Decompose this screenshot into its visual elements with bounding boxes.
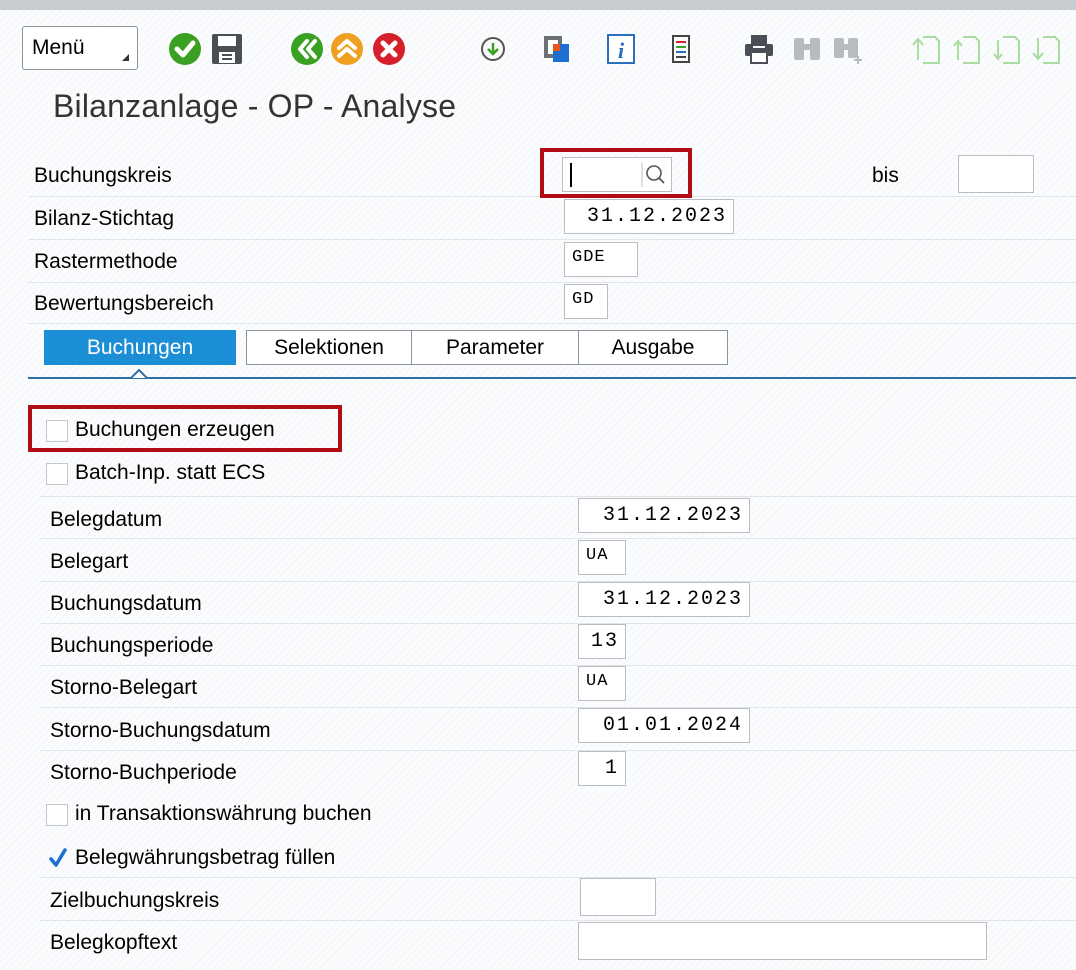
- belegdatum-value: 31.12.2023: [602, 504, 743, 527]
- tab-buchungen[interactable]: Buchungen: [44, 330, 236, 365]
- find-icon[interactable]: [790, 32, 824, 66]
- storno-buchungsdatum-input[interactable]: 01.01.2024: [578, 708, 750, 743]
- bewertungsbereich-input[interactable]: GD: [564, 284, 608, 319]
- transaktionswaehrung-label: in Transaktionswährung buchen: [75, 802, 372, 825]
- back-icon[interactable]: [290, 32, 324, 66]
- storno-buchperiode-value: 1: [604, 757, 619, 780]
- stichtag-label: Bilanz-Stichtag: [34, 207, 175, 230]
- row-divider: [40, 581, 1076, 582]
- info-icon[interactable]: i: [604, 32, 638, 66]
- tab-selektionen-label: Selektionen: [274, 336, 384, 359]
- svg-text:i: i: [618, 38, 625, 63]
- buchungsperiode-label: Buchungsperiode: [50, 634, 214, 657]
- belegdatum-input[interactable]: 31.12.2023: [578, 498, 750, 533]
- zielbuchungskreis-label: Zielbuchungskreis: [50, 889, 220, 912]
- row-divider: [28, 323, 1076, 324]
- buchungskreis-bis-input[interactable]: [958, 155, 1034, 193]
- storno-belegart-input[interactable]: UA: [578, 666, 626, 701]
- tab-underline: [28, 377, 1076, 379]
- stichtag-value: 31.12.2023: [586, 205, 727, 228]
- transaktionswaehrung-checkbox[interactable]: [46, 804, 68, 826]
- enter-check-icon[interactable]: [168, 32, 202, 66]
- buchungsperiode-value: 13: [590, 630, 619, 653]
- variant-icon[interactable]: [540, 32, 574, 66]
- row-divider: [28, 239, 1076, 240]
- batch-input-checkbox[interactable]: [46, 463, 68, 485]
- buchungsperiode-input[interactable]: 13: [578, 624, 626, 659]
- last-page-icon[interactable]: [1030, 32, 1064, 66]
- exit-icon[interactable]: [330, 32, 364, 66]
- storno-buchperiode-input[interactable]: 1: [578, 751, 626, 786]
- list-icon[interactable]: [664, 32, 698, 66]
- tab-parameter-label: Parameter: [445, 336, 545, 359]
- storno-belegart-label: Storno-Belegart: [50, 676, 198, 699]
- belegwaehrung-checkbox[interactable]: [46, 847, 68, 869]
- tab-ausgabe-label: Ausgabe: [611, 336, 695, 359]
- belegwaehrung-label: Belegwährungsbetrag füllen: [75, 846, 336, 869]
- page-title: Bilanzanlage - OP - Analyse: [53, 88, 457, 124]
- row-divider: [28, 282, 1076, 283]
- tab-pointer-icon: [131, 368, 147, 379]
- buchungsdatum-value: 31.12.2023: [602, 588, 743, 611]
- window-top-strip: [0, 0, 1076, 10]
- bewertungsbereich-value: GD: [572, 290, 595, 309]
- belegart-input[interactable]: UA: [578, 540, 626, 575]
- belegkopftext-input[interactable]: [578, 922, 987, 960]
- row-divider: [40, 707, 1076, 708]
- checkmark-icon: [49, 848, 67, 867]
- next-page-icon[interactable]: [990, 32, 1024, 66]
- highlight-frame-buchungskreis: [540, 148, 692, 198]
- stichtag-input[interactable]: 31.12.2023: [564, 199, 734, 234]
- save-icon[interactable]: [210, 32, 244, 66]
- belegdatum-label: Belegdatum: [50, 508, 163, 531]
- tab-parameter[interactable]: Parameter: [411, 330, 579, 365]
- buchungen-erzeugen-label: Buchungen erzeugen: [75, 418, 275, 441]
- cancel-icon[interactable]: [372, 32, 406, 66]
- buchungen-erzeugen-checkbox[interactable]: [46, 420, 68, 442]
- execute-icon[interactable]: [476, 32, 510, 66]
- buchungskreis-label: Buchungskreis: [34, 164, 172, 187]
- find-next-icon[interactable]: [832, 32, 866, 66]
- storno-buchperiode-label: Storno-Buchperiode: [50, 761, 237, 784]
- bewertungsbereich-label: Bewertungsbereich: [34, 292, 214, 315]
- tab-selektionen[interactable]: Selektionen: [246, 330, 412, 365]
- row-divider: [40, 623, 1076, 624]
- rastermethode-label: Rastermethode: [34, 250, 178, 273]
- storno-buchungsdatum-label: Storno-Buchungsdatum: [50, 719, 271, 742]
- storno-belegart-value: UA: [586, 672, 609, 691]
- row-divider: [40, 538, 1076, 539]
- storno-buchungsdatum-value: 01.01.2024: [602, 714, 743, 737]
- previous-page-icon[interactable]: [950, 32, 984, 66]
- row-divider: [40, 920, 1076, 921]
- row-divider: [40, 750, 1076, 751]
- bis-label: bis: [872, 164, 899, 187]
- menu-button[interactable]: Menü: [22, 26, 138, 70]
- tab-ausgabe[interactable]: Ausgabe: [578, 330, 728, 365]
- first-page-icon[interactable]: [910, 32, 944, 66]
- rastermethode-input[interactable]: GDE: [564, 242, 638, 277]
- row-divider: [40, 496, 1076, 497]
- menu-dropdown-corner-icon: [122, 54, 129, 61]
- print-icon[interactable]: [742, 32, 776, 66]
- belegart-value: UA: [586, 546, 609, 565]
- belegkopftext-label: Belegkopftext: [50, 931, 178, 954]
- row-divider: [40, 665, 1076, 666]
- tab-buchungen-label: Buchungen: [86, 336, 194, 359]
- rastermethode-value: GDE: [572, 248, 606, 267]
- batch-input-label: Batch-Inp. statt ECS: [75, 461, 266, 484]
- buchungsdatum-label: Buchungsdatum: [50, 592, 202, 615]
- menu-button-label: Menü: [32, 36, 85, 59]
- buchungsdatum-input[interactable]: 31.12.2023: [578, 582, 750, 617]
- row-divider: [40, 877, 1076, 878]
- belegart-label: Belegart: [50, 550, 129, 573]
- zielbuchungskreis-input[interactable]: [580, 878, 656, 916]
- toolbar: Menü i: [0, 10, 1076, 80]
